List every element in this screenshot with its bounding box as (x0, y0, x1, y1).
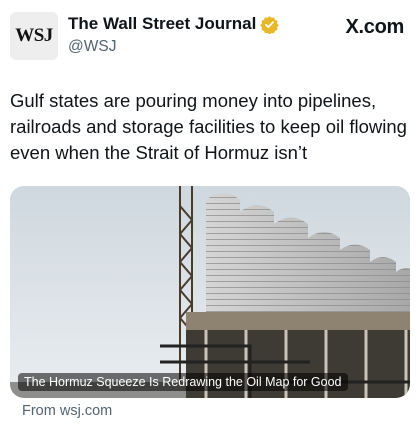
author-handle[interactable]: @WSJ (68, 38, 279, 56)
avatar[interactable]: WSJ (10, 12, 58, 60)
tweet-header: WSJ The Wall Street Journal @WSJ X.com (8, 10, 412, 66)
author-name[interactable]: The Wall Street Journal (68, 14, 256, 34)
card-caption[interactable]: The Hormuz Squeeze Is Redrawing the Oil … (18, 373, 348, 391)
verified-badge-icon (260, 15, 279, 34)
site-label: X.com (345, 16, 404, 38)
industrial-silos-photo (10, 186, 410, 398)
card-source[interactable]: From wsj.com (22, 403, 112, 419)
author-block[interactable]: The Wall Street Journal @WSJ (68, 14, 279, 56)
avatar-logo: WSJ (15, 25, 53, 46)
link-card[interactable]: The Hormuz Squeeze Is Redrawing the Oil … (10, 186, 410, 398)
tweet-text: Gulf states are pouring money into pipel… (10, 90, 407, 163)
